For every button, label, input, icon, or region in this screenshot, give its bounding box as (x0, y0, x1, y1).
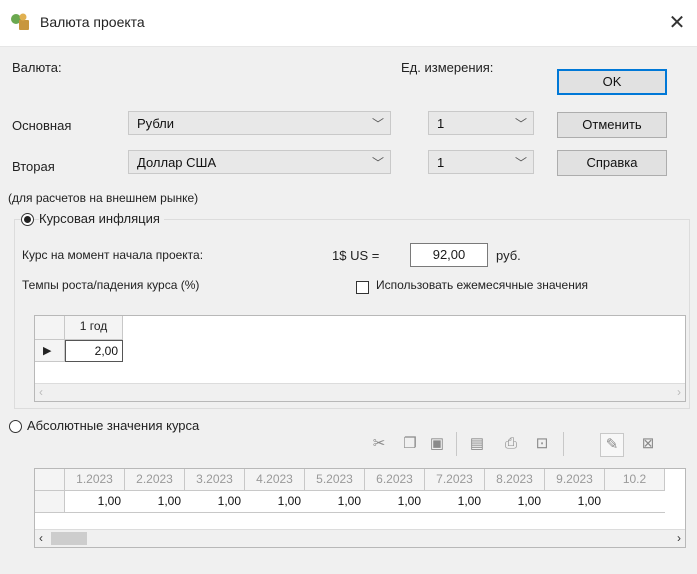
monthly-checkbox-label: Использовать ежемесячные значения (376, 278, 589, 292)
inflation-radio-label: Курсовая инфляция (39, 211, 164, 226)
cancel-button[interactable]: Отменить (557, 112, 667, 138)
edit-icon[interactable]: ✎ (600, 433, 624, 457)
rate-value-cell[interactable]: 1,00 (185, 491, 245, 513)
rate-value-cell[interactable]: 1,00 (65, 491, 125, 513)
chevron-down-icon: ﹀ (514, 117, 527, 131)
rate-prefix: 1$ US = (332, 248, 380, 263)
row-header (35, 491, 65, 513)
rate-value-cell[interactable]: 1,00 (245, 491, 305, 513)
primary-unit-select[interactable]: 1 ﹀ (428, 111, 534, 135)
rate-value-cell[interactable]: 1,00 (425, 491, 485, 513)
absolute-values-table: ‹ › 1.2023 1,00 2.2023 1,00 3.2023 1,00 4.2023… (34, 468, 686, 548)
month-column-header: 8.2023 (485, 469, 545, 491)
help-button[interactable]: Справка (557, 150, 667, 176)
chevron-down-icon: ﹀ (514, 156, 527, 170)
copy-icon[interactable]: ❐ (399, 433, 421, 455)
toolbar-separator (563, 432, 564, 456)
secondary-currency-value: Доллар США (137, 155, 217, 170)
close-button[interactable]: ✕ (662, 8, 692, 38)
month-column-header: 5.2023 (305, 469, 365, 491)
toolbar-separator (456, 432, 457, 456)
units-label: Ед. измерения: (401, 60, 494, 75)
print-icon[interactable]: ⎙ (500, 433, 522, 455)
monthly-checkbox[interactable] (356, 281, 369, 294)
paste-icon[interactable]: ▣ (426, 433, 448, 455)
month-column-header: 4.2023 (245, 469, 305, 491)
primary-unit-value: 1 (437, 116, 445, 131)
currency-label: Валюта: (12, 60, 62, 75)
chevron-down-icon: ﹀ (371, 156, 384, 170)
secondary-unit-value: 1 (437, 155, 445, 170)
app-icon (11, 13, 29, 30)
secondary-label: Вторая (12, 159, 55, 174)
row-header-corner (35, 469, 65, 491)
absolute-radio[interactable] (9, 420, 22, 433)
absolute-table-scrollbar[interactable]: ‹ › (35, 529, 685, 547)
scroll-right-icon[interactable]: › (677, 385, 681, 399)
inflation-table: 1 год ▶ 2,00 ‹ › (34, 315, 686, 402)
inflation-table-scrollbar[interactable]: ‹ › (35, 383, 685, 401)
month-column-header: 9.2023 (545, 469, 605, 491)
secondary-currency-select[interactable]: Доллар США ﹀ (128, 150, 391, 174)
absolute-radio-label: Абсолютные значения курса (27, 418, 200, 433)
save-icon[interactable]: ▤ (466, 433, 488, 455)
year-column-header: 1 год (65, 316, 123, 340)
rate-input[interactable]: 92,00 (410, 243, 488, 267)
rate-value-cell[interactable] (605, 491, 665, 513)
window-title: Валюта проекта (40, 14, 145, 30)
month-column-header: 10.2 (605, 469, 665, 491)
row-header-corner (35, 316, 65, 340)
scroll-left-icon[interactable]: ‹ (39, 531, 43, 545)
rate-value-cell[interactable]: 1,00 (365, 491, 425, 513)
cut-icon[interactable]: ✂ (368, 433, 390, 455)
rate-label: Курс на момент начала проекта: (22, 248, 204, 262)
primary-label: Основная (12, 118, 72, 133)
month-column-header: 6.2023 (365, 469, 425, 491)
month-column-header: 7.2023 (425, 469, 485, 491)
external-market-note: (для расчетов на внешнем рынке) (8, 191, 199, 205)
rate-value-cell[interactable]: 1,00 (485, 491, 545, 513)
title-bar: Валюта проекта ✕ (0, 0, 697, 47)
scroll-thumb[interactable] (51, 532, 87, 545)
export-icon[interactable]: ⊡ (531, 433, 553, 455)
inflation-radio[interactable] (21, 213, 34, 226)
growth-rate-cell[interactable]: 2,00 (65, 340, 123, 362)
row-pointer-icon: ▶ (43, 345, 52, 357)
month-column-header: 2.2023 (125, 469, 185, 491)
rate-value-cell[interactable]: 1,00 (125, 491, 185, 513)
primary-currency-select[interactable]: Рубли ﹀ (128, 111, 391, 135)
chevron-down-icon: ﹀ (371, 117, 384, 131)
row-pointer: ▶ (35, 340, 65, 362)
ok-button[interactable]: OK (557, 69, 667, 95)
primary-currency-value: Рубли (137, 116, 175, 131)
rate-unit: руб. (496, 248, 521, 263)
excel-icon[interactable]: ⊠ (637, 433, 659, 455)
rate-value-cell[interactable]: 1,00 (545, 491, 605, 513)
month-column-header: 3.2023 (185, 469, 245, 491)
growth-label: Темпы роста/падения курса (%) (22, 278, 200, 292)
scroll-left-icon[interactable]: ‹ (39, 385, 43, 399)
scroll-right-icon[interactable]: › (677, 531, 681, 545)
month-column-header: 1.2023 (65, 469, 125, 491)
rate-value-cell[interactable]: 1,00 (305, 491, 365, 513)
secondary-unit-select[interactable]: 1 ﹀ (428, 150, 534, 174)
